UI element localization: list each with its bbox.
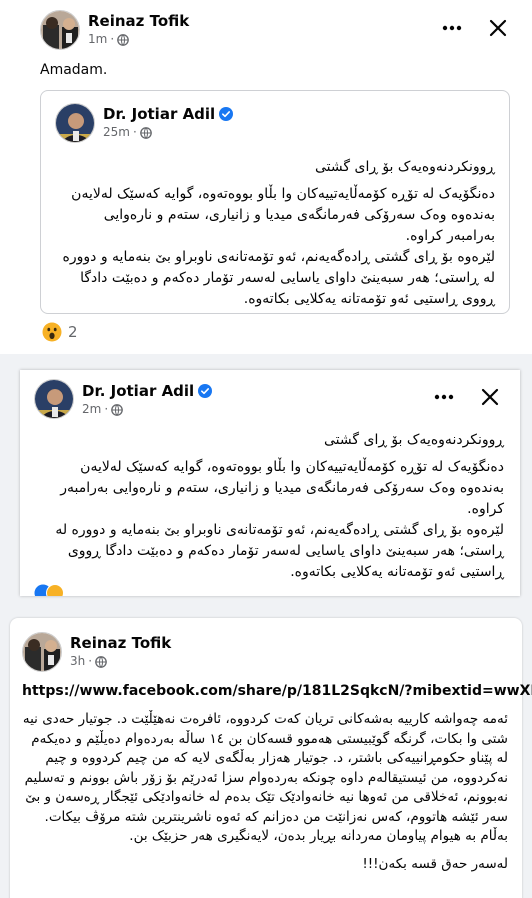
author-name[interactable]: Reinaz Tofik xyxy=(70,634,171,652)
shared-post-body: ڕوونکردنەوەیەک بۆ ڕای گشتی دەنگۆیەک لە ت… xyxy=(53,157,495,310)
post-body: ڕوونکردنەوەیەک بۆ ڕای گشتی دەنگۆیەک لە ت… xyxy=(34,430,504,583)
shared-post[interactable]: Dr. Jotiar Adil 25m · ڕوونکردنەوەیەک بۆ … xyxy=(40,90,510,314)
post-panel-3: Reinaz Tofik 3h · https://www.facebook.c… xyxy=(0,604,532,898)
post-meta: 1m · xyxy=(88,32,130,47)
globe-icon xyxy=(111,403,124,416)
post-paragraph: لێرەوە بۆ ڕای گشتی ڕادەگەیەنم، ئەو تۆمەت… xyxy=(62,249,495,307)
shared-link[interactable]: https://www.facebook.com/share/p/181L2Sq… xyxy=(22,682,532,700)
post-panel-1: Reinaz Tofik 1m · Amadam. Dr. Jotiar Adi… xyxy=(0,0,532,354)
post-card: Reinaz Tofik 3h · https://www.facebook.c… xyxy=(10,618,532,898)
avatar[interactable] xyxy=(40,10,80,50)
avatar[interactable] xyxy=(55,103,95,143)
shared-author-name[interactable]: Dr. Jotiar Adil xyxy=(103,105,234,123)
post-time[interactable]: 25m xyxy=(103,125,130,140)
more-options-button[interactable] xyxy=(438,14,466,42)
reactions-summary[interactable]: 2 xyxy=(42,322,78,342)
author-name[interactable]: Reinaz Tofik xyxy=(88,12,189,30)
post-panel-2: Dr. Jotiar Adil 2m · ڕوونکردنەوەیەک بۆ ڕ… xyxy=(20,370,520,596)
shared-post-meta: 25m · xyxy=(103,125,152,140)
globe-icon xyxy=(139,126,152,139)
avatar[interactable] xyxy=(34,379,74,419)
close-button[interactable] xyxy=(476,383,504,411)
author-name[interactable]: Dr. Jotiar Adil xyxy=(82,382,213,400)
like-reaction-icon xyxy=(34,584,64,596)
verified-badge-icon xyxy=(219,107,234,121)
globe-icon xyxy=(117,33,130,46)
more-icon xyxy=(434,394,454,400)
globe-icon xyxy=(95,655,107,668)
post-paragraph: دەنگۆیەک لە تۆڕە کۆمەڵایەتییەکان وا بڵاو… xyxy=(60,459,504,517)
wow-reaction-icon xyxy=(42,322,62,342)
more-icon xyxy=(442,25,462,31)
post-paragraph: لێرەوە بۆ ڕای گشتی ڕادەگەیەنم، ئەو تۆمەت… xyxy=(55,522,504,580)
avatar[interactable] xyxy=(22,632,62,672)
post-meta: 3h · xyxy=(70,654,107,669)
post-time[interactable]: 1m xyxy=(88,32,107,47)
verified-badge-icon xyxy=(198,384,213,398)
reaction-count: 2 xyxy=(68,323,78,341)
reactions-summary[interactable] xyxy=(34,584,64,596)
post-heading: ڕوونکردنەوەیەک بۆ ڕای گشتی xyxy=(314,159,495,175)
post-paragraph: ئەمە چەواشە کارییە بەشەکانی تریان کەت کر… xyxy=(22,711,508,844)
post-paragraph: دەنگۆیەک لە تۆڕە کۆمەڵایەتییەکان وا بڵاو… xyxy=(71,186,495,244)
post-heading: ڕوونکردنەوەیەک بۆ ڕای گشتی xyxy=(323,432,504,448)
post-paragraph: لەسەر حەق قسە بکەن!!! xyxy=(362,855,508,872)
close-icon xyxy=(481,388,499,406)
post-time[interactable]: 3h xyxy=(70,654,85,669)
post-meta: 2m · xyxy=(82,402,124,417)
post-caption: Amadam. xyxy=(40,62,108,78)
post-body: ئەمە چەواشە کارییە بەشەکانی تریان کەت کر… xyxy=(22,710,508,874)
post-time[interactable]: 2m xyxy=(82,402,101,417)
more-options-button[interactable] xyxy=(430,383,458,411)
close-button[interactable] xyxy=(484,14,512,42)
close-icon xyxy=(489,19,507,37)
